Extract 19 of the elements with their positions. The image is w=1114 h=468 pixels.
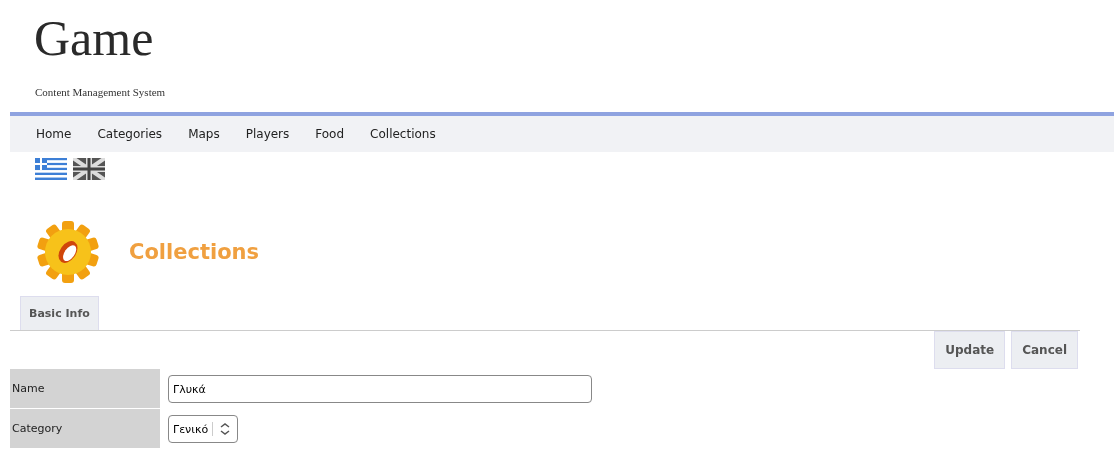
nav-link[interactable]: Players bbox=[245, 127, 290, 141]
category-select[interactable]: Γενικό bbox=[168, 415, 239, 443]
action-button[interactable]: Cancel bbox=[1011, 331, 1078, 369]
field-label: Category bbox=[10, 409, 160, 448]
flag-icon[interactable] bbox=[73, 158, 105, 180]
action-button[interactable]: Update bbox=[934, 331, 1006, 369]
nav-link[interactable]: Collections bbox=[370, 127, 436, 141]
site-subtitle: Content Management System bbox=[35, 86, 167, 98]
field-label: Name bbox=[10, 369, 160, 408]
nav-link[interactable]: Maps bbox=[188, 127, 220, 141]
tab[interactable]: Basic Info bbox=[20, 296, 99, 330]
flag-icon[interactable] bbox=[35, 158, 67, 180]
page-heading: Collections bbox=[129, 240, 260, 264]
name-field[interactable]: Γλυκά bbox=[168, 375, 592, 403]
nav-link[interactable]: Home bbox=[36, 127, 72, 141]
nav-link[interactable]: Food bbox=[315, 127, 345, 141]
site-title: Game bbox=[34, 10, 155, 66]
gear-icon bbox=[35, 220, 101, 284]
nav-link[interactable]: Categories bbox=[97, 127, 163, 141]
